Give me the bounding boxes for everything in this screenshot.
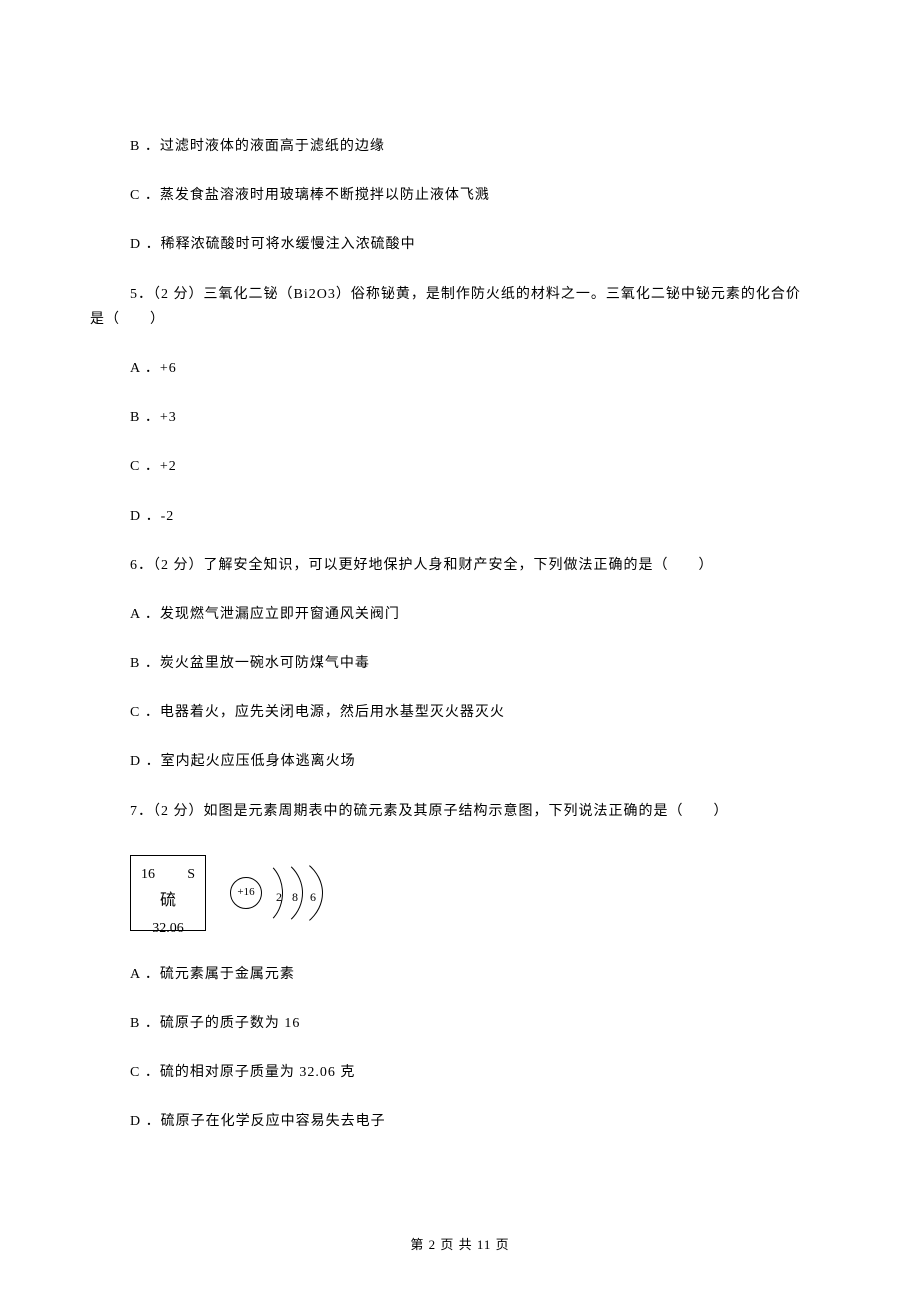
q7-stem: 7．（2 分）如图是元素周期表中的硫元素及其原子结构示意图，下列说法正确的是（ …	[90, 799, 830, 824]
element-symbol: S	[187, 862, 195, 887]
q7-option-a: A ．硫元素属于金属元素	[130, 962, 830, 987]
q7-option-d: D ．硫原子在化学反应中容易失去电子	[130, 1109, 830, 1134]
atom-structure-diagram: +16 2 8 6	[226, 854, 356, 932]
q5-option-a: A ．+6	[130, 356, 830, 381]
atomic-mass: 32.06	[152, 916, 184, 941]
q7-option-c: C ．硫的相对原子质量为 32.06 克	[130, 1060, 830, 1085]
q5-stem-line1: 5．（2 分）三氧化二铋（Bi2O3）俗称铋黄，是制作防火纸的材料之一。三氧化二…	[90, 282, 830, 307]
q6-option-b: B ．炭火盆里放一碗水可防煤气中毒	[130, 651, 830, 676]
shell1-electrons: 2	[276, 887, 282, 909]
q5-option-d: D ．-2	[130, 504, 830, 529]
q6-stem: 6．（2 分）了解安全知识，可以更好地保护人身和财产安全，下列做法正确的是（ ）	[90, 553, 830, 578]
shell3-electrons: 6	[310, 887, 316, 909]
atomic-number: 16	[141, 862, 155, 887]
q5-option-b: B ．+3	[130, 405, 830, 430]
q6-option-d: D ．室内起火应压低身体逃离火场	[130, 749, 830, 774]
q4-option-c: C ．蒸发食盐溶液时用玻璃棒不断搅拌以防止液体飞溅	[130, 183, 830, 208]
q7-figure: 16 S 硫 32.06 +16 2 8 6	[130, 854, 830, 932]
shell2-electrons: 8	[292, 887, 298, 909]
electron-shell-3	[223, 852, 323, 934]
page-footer: 第 2 页 共 11 页	[0, 1233, 920, 1256]
q4-option-d: D ．稀释浓硫酸时可将水缓慢注入浓硫酸中	[130, 232, 830, 257]
q6-option-c: C ．电器着火，应先关闭电源，然后用水基型灭火器灭火	[130, 700, 830, 725]
q6-option-a: A ．发现燃气泄漏应立即开窗通风关阀门	[130, 602, 830, 627]
q4-option-b: B ．过滤时液体的液面高于滤纸的边缘	[130, 134, 830, 159]
q5-stem: 5．（2 分）三氧化二铋（Bi2O3）俗称铋黄，是制作防火纸的材料之一。三氧化二…	[90, 282, 830, 332]
periodic-table-cell: 16 S 硫 32.06	[130, 855, 206, 931]
element-name: 硫	[160, 887, 176, 916]
q7-option-b: B ．硫原子的质子数为 16	[130, 1011, 830, 1036]
q5-stem-line2: 是（ ）	[90, 312, 165, 327]
q5-option-c: C ．+2	[130, 454, 830, 479]
